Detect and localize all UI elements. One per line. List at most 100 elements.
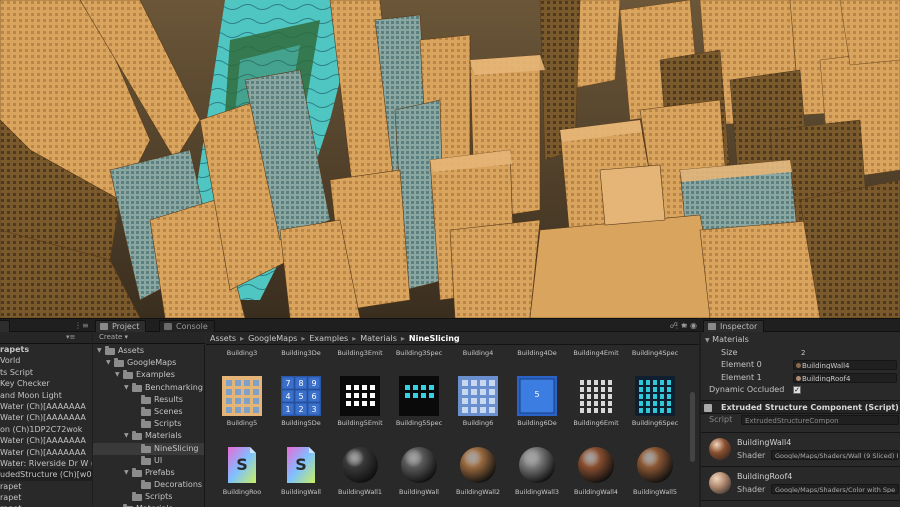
- asset-label[interactable]: Building4De: [509, 349, 565, 357]
- folder-item[interactable]: Scripts: [93, 418, 204, 430]
- breadcrumb-item[interactable]: Examples: [309, 334, 348, 343]
- folder-item[interactable]: Scenes: [93, 406, 204, 418]
- material-block[interactable]: BuildingWall4 Shader Google/Maps/Shaders/W…: [701, 433, 900, 467]
- component-header[interactable]: Extruded Structure Component (Script): [701, 399, 900, 414]
- asset-item[interactable]: Building5Emit: [332, 376, 388, 427]
- scene-view[interactable]: [0, 0, 900, 318]
- hierarchy-item[interactable]: and Moon Light: [0, 390, 92, 401]
- script-label: Script: [709, 414, 733, 424]
- asset-item[interactable]: BuildingWall5: [627, 445, 683, 496]
- hierarchy-item[interactable]: Key Checker: [0, 378, 92, 389]
- foldout-arrow-icon[interactable]: ▼: [115, 369, 120, 381]
- asset-item[interactable]: BuildingWall1: [332, 445, 388, 496]
- hierarchy-item[interactable]: rapets: [0, 344, 92, 355]
- asset-item[interactable]: BuildingWall2: [450, 445, 506, 496]
- shader-icon: S: [295, 455, 307, 474]
- asset-item[interactable]: S BuildingWall: [273, 445, 329, 496]
- asset-label[interactable]: Building3De: [273, 349, 329, 357]
- asset-item[interactable]: S BuildingRoo: [214, 445, 270, 496]
- hierarchy-item[interactable]: Water (Ch)[AAAAAAA: [0, 447, 92, 458]
- hierarchy-item[interactable]: udedStructure (Ch)[w0: [0, 469, 92, 481]
- tab-console[interactable]: Console: [159, 320, 215, 332]
- folder-item[interactable]: Materials: [93, 503, 204, 507]
- folder-item[interactable]: Scripts: [93, 491, 204, 503]
- asset-item[interactable]: 5 Building6De: [509, 376, 565, 427]
- asset-item[interactable]: Building6Spec: [627, 376, 683, 427]
- asset-item[interactable]: Building5: [214, 376, 270, 427]
- panel-menu-icon[interactable]: ⋮≡: [74, 321, 89, 330]
- asset-item[interactable]: Building6Emit: [568, 376, 624, 427]
- asset-item[interactable]: BuildingWall: [391, 445, 447, 496]
- material-block[interactable]: BuildingRoof4 Shader Google/Maps/Shaders/C…: [701, 467, 900, 501]
- hierarchy-item[interactable]: rapet: [0, 503, 92, 507]
- foldout-arrow-icon[interactable]: ▼: [97, 345, 102, 357]
- foldout-arrow-icon[interactable]: ▼: [124, 430, 129, 442]
- breadcrumb-separator: ▸: [352, 334, 357, 343]
- asset-thumbnail: [222, 376, 262, 416]
- asset-thumbnail: [635, 376, 675, 416]
- tab-inspector[interactable]: Inspector: [703, 320, 765, 332]
- size-field[interactable]: 2: [793, 348, 897, 358]
- shader-dropdown[interactable]: Google/Maps/Shaders/Wall (9 Sliced) B: [771, 450, 899, 460]
- asset-label[interactable]: Building3: [214, 349, 270, 357]
- folder-item[interactable]: ▼ GoogleMaps: [93, 357, 204, 369]
- asset-item[interactable]: 7 8 9 4 5 6 1 2 3 Building5De: [273, 376, 329, 427]
- hierarchy-item[interactable]: Vorld: [0, 355, 92, 366]
- asset-scrollbar[interactable]: [690, 392, 695, 462]
- hierarchy-item[interactable]: Water: Riverside Dr W (C: [0, 458, 92, 469]
- folder-icon: [132, 492, 142, 502]
- asset-item[interactable]: Building6: [450, 376, 506, 427]
- folder-item[interactable]: ▼ Examples: [93, 369, 204, 381]
- asset-label[interactable]: Building3Spec: [391, 349, 447, 357]
- hierarchy-toolbar: ▾≡: [0, 332, 92, 344]
- folder-item[interactable]: Decorations: [93, 479, 204, 491]
- folder-item[interactable]: Results: [93, 394, 204, 406]
- folder-item[interactable]: ▼ Prefabs: [93, 467, 204, 479]
- folder-icon: [132, 431, 142, 441]
- asset-label[interactable]: Building4Emit: [568, 349, 624, 357]
- asset-item[interactable]: BuildingWall4: [568, 445, 624, 496]
- breadcrumb-item[interactable]: GoogleMaps: [248, 334, 297, 343]
- breadcrumb-item[interactable]: Assets: [210, 334, 236, 343]
- asset-label[interactable]: Building3Emit: [332, 349, 388, 357]
- lock-icon[interactable]: ☍ ★ ◉: [670, 319, 697, 332]
- asset-thumbnail: 5: [517, 376, 557, 416]
- element1-field[interactable]: BuildingRoof4: [793, 372, 897, 383]
- shader-dropdown[interactable]: Google/Maps/Shaders/Color with Spe: [771, 484, 899, 494]
- create-button[interactable]: Create ▾: [99, 333, 128, 341]
- asset-item[interactable]: BuildingWall3: [509, 445, 565, 496]
- hierarchy-item[interactable]: Water (Ch)[AAAAAAA: [0, 401, 92, 412]
- folder-label: Prefabs: [145, 467, 175, 477]
- city-render[interactable]: [0, 0, 900, 318]
- tab-hierarchy[interactable]: y: [0, 320, 10, 332]
- hierarchy-item[interactable]: rapet: [0, 492, 92, 503]
- dynamic-occluded-checkbox[interactable]: ✓: [793, 386, 801, 394]
- foldout-arrow-icon[interactable]: ▼: [106, 357, 111, 369]
- hierarchy-item[interactable]: Water (Ch)[AAAAAAA: [0, 435, 92, 446]
- asset-thumbnail: S: [222, 445, 262, 485]
- folder-item[interactable]: ▼ Assets: [93, 345, 204, 357]
- folder-label: Benchmarking: [145, 382, 203, 392]
- hierarchy-item[interactable]: Water (Ch)[AAAAAAA: [0, 412, 92, 423]
- folder-item[interactable]: NineSlicing: [93, 442, 204, 455]
- project-toolbar: Create ▾: [93, 332, 205, 344]
- asset-label[interactable]: Building4: [450, 349, 506, 357]
- materials-foldout[interactable]: ▼ Materials: [701, 334, 900, 347]
- foldout-arrow-icon[interactable]: ▼: [124, 382, 129, 394]
- hierarchy-item[interactable]: ts Script: [0, 367, 92, 378]
- hierarchy-item[interactable]: on (Ch)1DP2C72wok: [0, 424, 92, 435]
- foldout-arrow-icon[interactable]: ▼: [124, 467, 129, 479]
- folder-label: Scripts: [145, 492, 173, 502]
- asset-label[interactable]: Building4Spec: [627, 349, 683, 357]
- asset-item[interactable]: Building5Spec: [391, 376, 447, 427]
- folder-item[interactable]: ▼ Materials: [93, 430, 204, 442]
- hierarchy-item[interactable]: rapet: [0, 481, 92, 492]
- tab-project[interactable]: Project: [95, 320, 147, 332]
- hierarchy-options-icon[interactable]: ▾≡: [66, 333, 75, 341]
- thumbnail-digit: 9: [311, 379, 317, 388]
- breadcrumb-item[interactable]: Materials: [360, 334, 397, 343]
- element0-field[interactable]: BuildingWall4: [793, 360, 897, 370]
- folder-item[interactable]: UI: [93, 455, 204, 467]
- folder-item[interactable]: ▼ Benchmarking: [93, 382, 204, 394]
- script-field[interactable]: ExtrudedStructureCompon: [741, 414, 899, 425]
